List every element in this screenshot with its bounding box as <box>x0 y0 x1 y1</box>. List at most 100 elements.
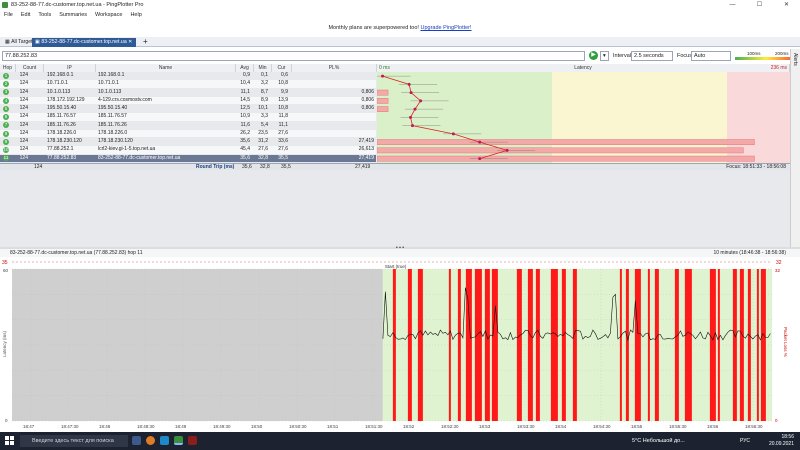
maximize-button[interactable]: ☐ <box>746 0 773 10</box>
time-graph: 35 32 Start (true) 18:47 18:47:30 18:48 18:48:… <box>0 257 800 432</box>
cell-ip: 77.88.252.83 <box>47 154 77 161</box>
time-tick-label: 18:52 <box>403 424 415 429</box>
cell-count: 124 <box>19 146 28 153</box>
interval-select[interactable]: 2.5 seconds <box>631 51 673 61</box>
latency-point <box>478 157 482 161</box>
packet-loss-bar <box>377 139 755 145</box>
cell-ip: 192.168.0.1 <box>47 72 74 78</box>
cell-ip: 178.18.226.0 <box>47 129 77 136</box>
time-tick-label: 18:52:30 <box>441 424 459 429</box>
menu-summaries[interactable]: Summaries <box>59 10 87 20</box>
graph-range[interactable]: 10 minutes (18:46:38 - 18:56:38) <box>713 249 786 257</box>
packet-loss-bar <box>634 269 641 421</box>
packet-loss-bar <box>377 106 389 112</box>
close-button[interactable]: ✕ <box>773 0 800 10</box>
taskbar-search-input[interactable]: Введите здесь текст для поиска <box>20 435 128 447</box>
latency-point <box>419 99 423 103</box>
col-avg[interactable]: Avg <box>236 64 254 72</box>
windows-start-icon[interactable] <box>5 436 14 445</box>
upgrade-link[interactable]: Upgrade PingPlotter! <box>420 25 471 31</box>
time-tick-label: 18:56 <box>707 424 719 429</box>
packet-loss-bar <box>407 269 412 421</box>
start-trace-button[interactable]: ▶ <box>589 51 598 60</box>
add-tab-button[interactable]: + <box>140 38 151 47</box>
hop-row[interactable]: 5 124 195.50.15.40 195.50.15.40 12,5 10,1 10,8… <box>0 105 376 113</box>
hop-row[interactable]: 6 124 185.11.76.57 185.11.76.57 10,9 3,3 11,8 <box>0 113 376 121</box>
summary-avg: 35,6 <box>242 164 252 170</box>
latency-point <box>410 124 414 128</box>
cell-count: 124 <box>19 96 28 103</box>
hop-row[interactable]: 8 124 178.18.226.0 178.18.226.0 26,2 23,5 27,6 <box>0 129 376 138</box>
clock[interactable]: 18:56 20.09.2021 <box>769 434 794 448</box>
time-tick-label: 18:53 <box>479 424 491 429</box>
hop-row[interactable]: 9 124 178.18.230.120 178.18.230.120 35,6 31,2… <box>0 138 376 146</box>
hop-row[interactable]: 4 124 178.172.192.129 4-129.crs.cosmostv.co… <box>0 96 376 105</box>
task-view-icon[interactable] <box>132 436 141 445</box>
summary-min: 32,8 <box>260 164 270 170</box>
cell-cur: 27,6 <box>278 129 288 136</box>
menu-file[interactable]: File <box>4 10 13 20</box>
hop-row[interactable]: 7 124 185.11.76.26 185.11.76.26 11,6 5,4 11,1 <box>0 122 376 130</box>
latency-point <box>451 132 455 136</box>
cell-cur: 27,6 <box>278 146 288 153</box>
pl-min-label: 0 <box>775 418 778 423</box>
menu-tools[interactable]: Tools <box>38 10 51 20</box>
minimize-button[interactable]: — <box>719 0 746 10</box>
cell-ip: 195.50.15.40 <box>47 105 77 111</box>
target-input[interactable]: 77.88.252.83 <box>2 51 585 61</box>
packet-loss-bar <box>377 155 755 162</box>
focus-select[interactable]: Auto <box>691 51 731 61</box>
weather-widget[interactable]: 5°C Небольшой до... <box>632 438 685 444</box>
firefox-icon[interactable] <box>146 436 155 445</box>
packet-loss-bar <box>674 269 679 421</box>
tab-active-target[interactable]: ▣ 83-252-88-77.dc-customer.top.net.ua ✕ <box>32 38 136 47</box>
packet-loss-bar <box>535 269 540 421</box>
title-bar: 83-252-88-77.dc-customer.top.net.ua - Pi… <box>0 0 800 10</box>
time-tick-label: 18:51:30 <box>365 424 383 429</box>
col-pl[interactable]: PL% <box>292 64 377 72</box>
pingplotter-taskbar-icon[interactable] <box>174 436 183 445</box>
close-tab-icon[interactable]: ✕ <box>127 39 132 45</box>
language-indicator[interactable]: РУС <box>740 438 750 444</box>
trace-options-dropdown[interactable]: ▾ <box>600 51 609 61</box>
cell-ip: 178.18.230.120 <box>47 138 82 144</box>
telegram-icon[interactable] <box>160 436 169 445</box>
time-tick-label: 18:55 <box>631 424 643 429</box>
col-cur[interactable]: Cur <box>272 64 292 72</box>
hop-row[interactable]: 2 124 10.71.0.1 10.71.0.1 10,4 3,2 10,8 <box>0 80 376 88</box>
hop-row[interactable]: 3 124 10.1.0.113 10.1.0.113 11,1 8,7 9,9 0,806 <box>0 89 376 97</box>
latency-chart <box>377 72 790 163</box>
packet-loss-bar <box>392 269 396 421</box>
packet-loss-bar <box>448 269 451 421</box>
cell-name: 185.11.76.57 <box>98 113 127 120</box>
cell-cur: 13,9 <box>278 96 288 103</box>
interval-label: Interval <box>613 53 632 59</box>
cell-name: 185.11.76.26 <box>98 121 127 128</box>
col-name[interactable]: Name <box>96 64 236 72</box>
cell-ip: 178.172.192.129 <box>47 96 85 103</box>
col-min[interactable]: Min <box>254 64 272 72</box>
hop-row[interactable]: 10 124 77.88.252.1 lcrl2-kiev.gi-1-5.top.ne… <box>0 146 376 154</box>
latency-point <box>478 140 482 144</box>
hop-row[interactable]: 11 124 77.88.252.83 83-252-88-77.dc-custome… <box>0 154 376 163</box>
hop-row[interactable]: 1 124 192.168.0.1 192.168.0.1 0,9 0,1 0,6 <box>0 72 376 80</box>
menu-workspace[interactable]: Workspace <box>95 10 122 20</box>
app-taskbar-icon[interactable] <box>188 436 197 445</box>
packet-loss-bar <box>732 269 737 421</box>
latency-point <box>505 148 509 152</box>
alerts-side-tab[interactable]: Alerts <box>790 49 800 247</box>
col-count[interactable]: Count <box>16 64 44 72</box>
taskbar: Введите здесь текст для поиска 5°C Небол… <box>0 432 800 450</box>
col-latency[interactable]: 0 ms Latency 236 ms <box>377 64 790 72</box>
cell-ip: 77.88.252.1 <box>47 146 74 153</box>
cell-count: 124 <box>19 138 28 144</box>
menu-edit[interactable]: Edit <box>21 10 30 20</box>
packet-loss-bar <box>465 269 472 421</box>
time-tick-label: 18:49:30 <box>213 424 231 429</box>
col-hop[interactable]: Hop <box>0 64 16 72</box>
menu-help[interactable]: Help <box>130 10 141 20</box>
time-tick-label: 18:50 <box>251 424 263 429</box>
cell-pl: 0,806 <box>361 96 374 103</box>
col-ip[interactable]: IP <box>44 64 96 72</box>
packet-loss-bar <box>527 269 533 421</box>
